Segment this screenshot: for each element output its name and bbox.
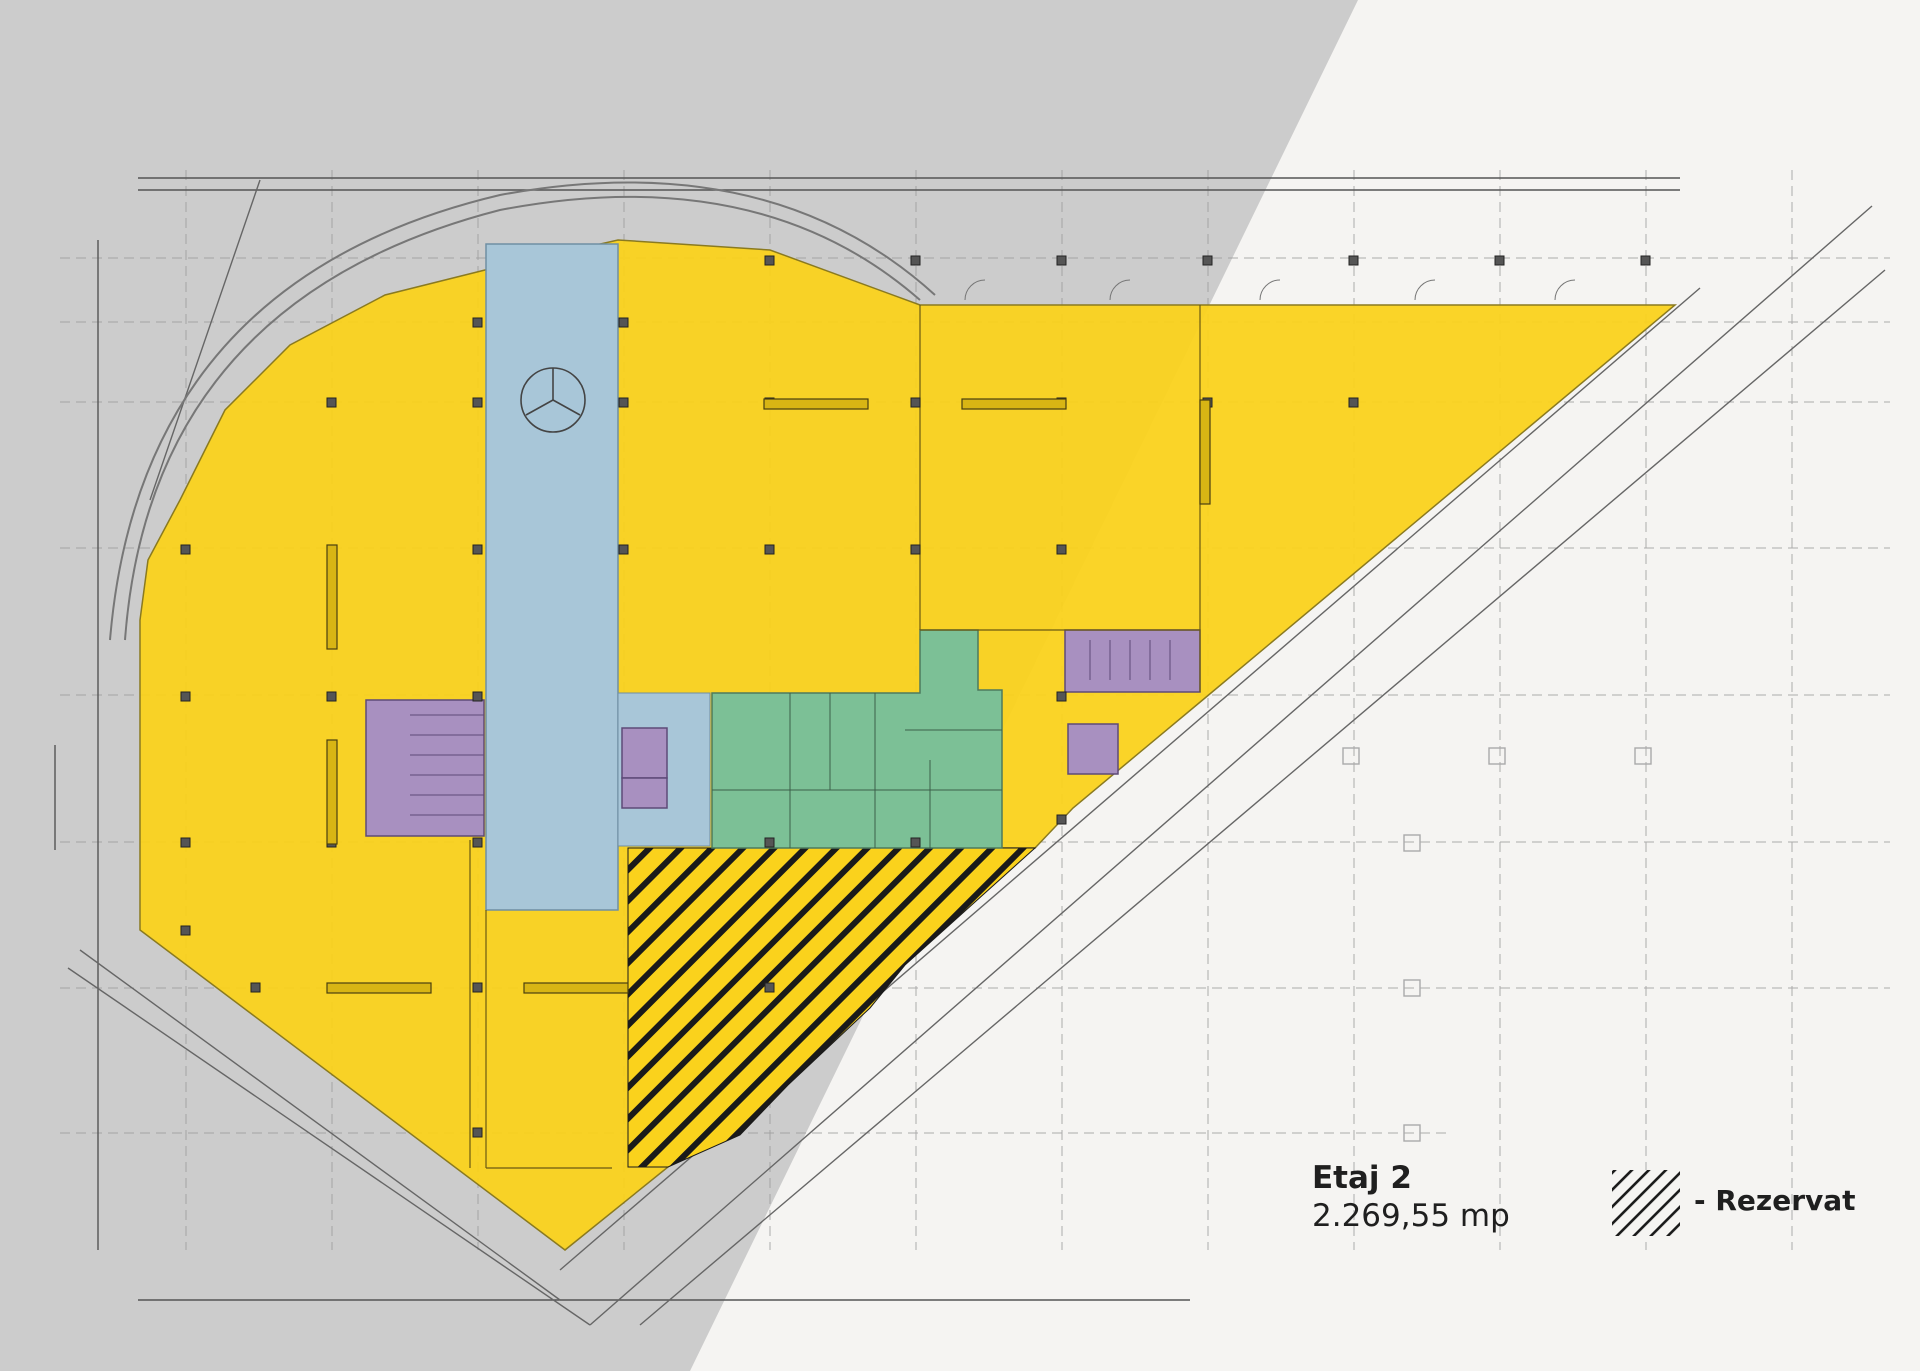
reserved-hatched-zone xyxy=(627,847,1037,1168)
circulation-corridor xyxy=(485,243,619,911)
floor-plan-figure: Etaj 2 2.269,55 mp - Rezervat xyxy=(0,0,1920,1371)
staircase-right xyxy=(1064,629,1201,693)
elevator-shaft xyxy=(621,777,668,809)
outline-column-markers xyxy=(1342,747,1652,1142)
floor-info: Etaj 2 2.269,55 mp xyxy=(1312,1160,1510,1236)
elevator-shaft xyxy=(621,727,668,779)
floor-plan-drawing xyxy=(0,0,1890,1371)
floor-name: Etaj 2 xyxy=(1312,1160,1412,1196)
staircase-left xyxy=(365,699,485,837)
legend-reserved-label: - Rezervat xyxy=(1694,1183,1856,1217)
floor-area: 2.269,55 mp xyxy=(1312,1198,1510,1234)
legend: - Rezervat xyxy=(1610,1170,1856,1236)
technical-shaft xyxy=(1067,723,1119,775)
legend-reserved-icon xyxy=(1610,1170,1680,1236)
